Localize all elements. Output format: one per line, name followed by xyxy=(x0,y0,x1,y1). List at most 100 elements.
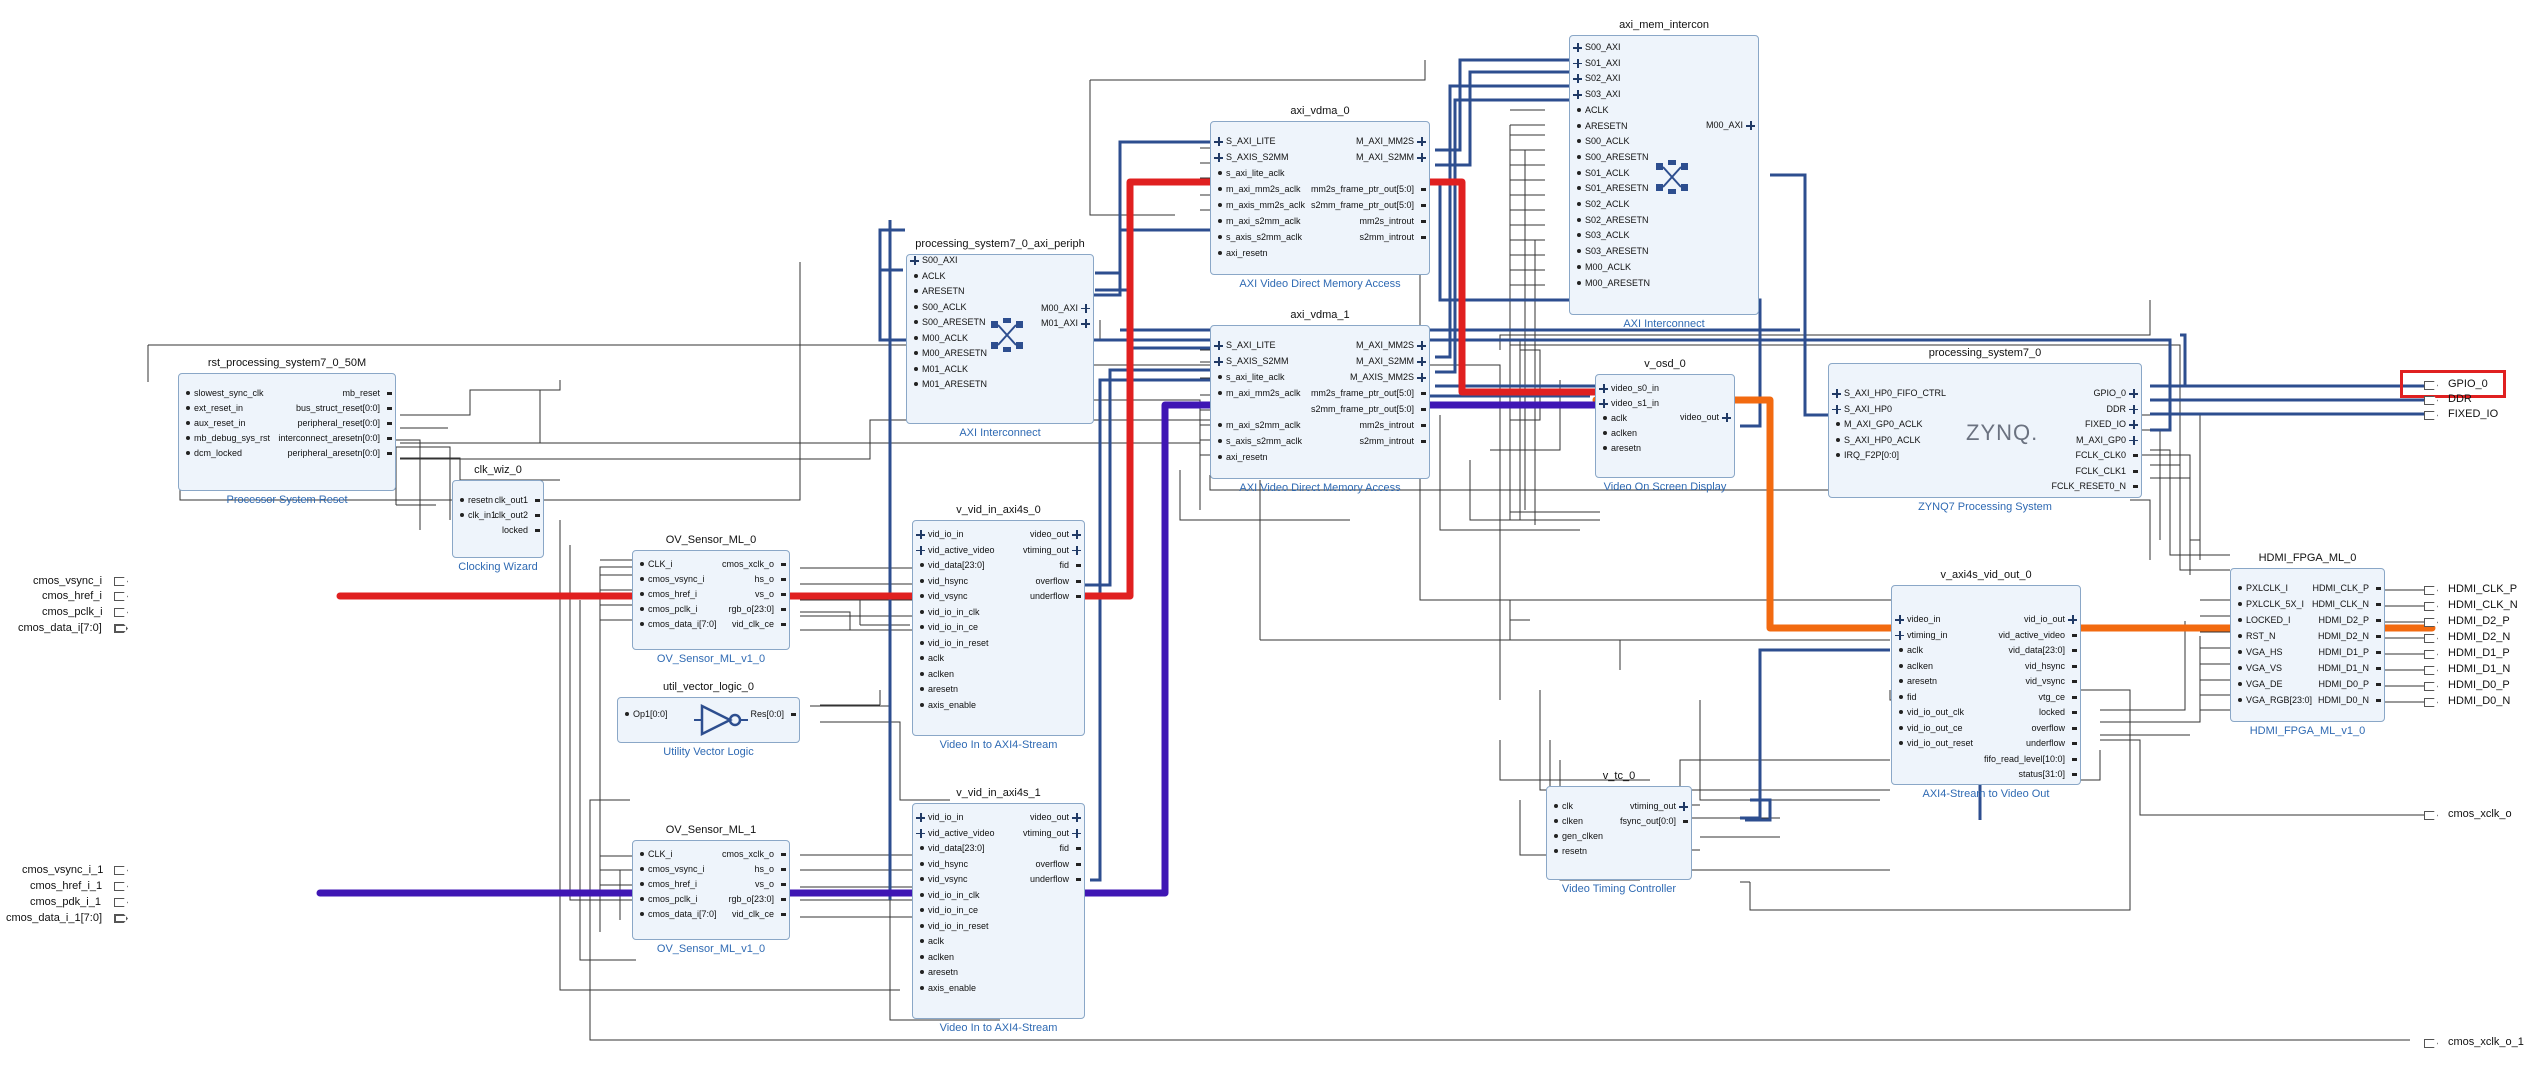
pin-vout-video-in[interactable]: video_in xyxy=(1907,614,1941,624)
pin-vin1-vid-hsync[interactable]: vid_hsync xyxy=(928,859,968,869)
pin-vout-overflow[interactable]: overflow xyxy=(2031,723,2065,733)
pin-vin1-vid-io-in-clk[interactable]: vid_io_in_clk xyxy=(928,890,980,900)
pin-rst-mb-reset[interactable]: mb_reset xyxy=(342,388,380,398)
pin-memic-s01-axi[interactable]: S01_AXI xyxy=(1585,58,1621,68)
pin-memic-s03-axi[interactable]: S03_AXI xyxy=(1585,89,1621,99)
pin-axiperiph-m01-axi[interactable]: M01_AXI xyxy=(1041,318,1078,328)
pin-vin1-fid[interactable]: fid xyxy=(1059,843,1069,853)
pin-osd-video-out[interactable]: video_out xyxy=(1680,412,1719,422)
pin-vdma0-m-axi-mm2s[interactable]: M_AXI_MM2S xyxy=(1356,136,1414,146)
pin-memic-aresetn[interactable]: ARESETN xyxy=(1585,121,1628,131)
pin-vout-vtg-ce[interactable]: vtg_ce xyxy=(2038,692,2065,702)
pin-hdmi-hdmi-d1-n[interactable]: HDMI_D1_N xyxy=(2318,663,2369,673)
pin-vin0-video-out[interactable]: video_out xyxy=(1030,529,1069,539)
pin-vin1-overflow[interactable]: overflow xyxy=(1035,859,1069,869)
pin-rst-peripheral-aresetn-0-0[interactable]: peripheral_aresetn[0:0] xyxy=(287,448,380,458)
pin-vdma0-s-axi-lite-aclk[interactable]: s_axi_lite_aclk xyxy=(1226,168,1285,178)
pin-vout-locked[interactable]: locked xyxy=(2039,707,2065,717)
pin-vout-fifo-read-level-10-0[interactable]: fifo_read_level[10:0] xyxy=(1984,754,2065,764)
pin-vdma1-s-axis-s2mm-aclk[interactable]: s_axis_s2mm_aclk xyxy=(1226,436,1302,446)
pin-vout-underflow[interactable]: underflow xyxy=(2026,738,2065,748)
pin-vout-vid-io-out-reset[interactable]: vid_io_out_reset xyxy=(1907,738,1973,748)
pin-ov0-vs-o[interactable]: vs_o xyxy=(755,589,774,599)
pin-vdma0-m-axi-s2mm[interactable]: M_AXI_S2MM xyxy=(1356,152,1414,162)
pin-hdmi-vga-hs[interactable]: VGA_HS xyxy=(2246,647,2283,657)
pin-vtc-clk[interactable]: clk xyxy=(1562,801,1573,811)
pin-ov1-vs-o[interactable]: vs_o xyxy=(755,879,774,889)
block-design-canvas[interactable]: cmos_vsync_i cmos_href_i cmos_pclk_i cmo… xyxy=(0,0,2530,1073)
pin-ov0-rgb-o-23-0[interactable]: rgb_o[23:0] xyxy=(728,604,774,614)
pin-hdmi-pxlclk-5x-i[interactable]: PXLCLK_5X_I xyxy=(2246,599,2304,609)
pin-clk-clk-in1[interactable]: clk_in1 xyxy=(468,510,496,520)
pin-axiperiph-aclk[interactable]: ACLK xyxy=(922,271,946,281)
pin-osd-video-s0-in[interactable]: video_s0_in xyxy=(1611,383,1659,393)
pin-vin0-vid-io-in-clk[interactable]: vid_io_in_clk xyxy=(928,607,980,617)
pin-vdma1-s2mm-introut[interactable]: s2mm_introut xyxy=(1359,436,1414,446)
pin-ps7-fclk-clk1[interactable]: FCLK_CLK1 xyxy=(2075,466,2126,476)
pin-rst-aux-reset-in[interactable]: aux_reset_in xyxy=(194,418,246,428)
pin-memic-s01-aclk[interactable]: S01_ACLK xyxy=(1585,168,1630,178)
pin-memic-s03-aclk[interactable]: S03_ACLK xyxy=(1585,230,1630,240)
pin-vdma1-m-axi-s2mm-aclk[interactable]: m_axi_s2mm_aclk xyxy=(1226,420,1301,430)
pin-vin1-aresetn[interactable]: aresetn xyxy=(928,967,958,977)
pin-hdmi-rst-n[interactable]: RST_N xyxy=(2246,631,2276,641)
pin-hdmi-vga-de[interactable]: VGA_DE xyxy=(2246,679,2283,689)
pin-vin1-vid-data-23-0[interactable]: vid_data[23:0] xyxy=(928,843,985,853)
pin-ov0-cmos-pclk-i[interactable]: cmos_pclk_i xyxy=(648,604,698,614)
pin-hdmi-locked-i[interactable]: LOCKED_I xyxy=(2246,615,2291,625)
pin-ov1-rgb-o-23-0[interactable]: rgb_o[23:0] xyxy=(728,894,774,904)
pin-ov0-cmos-vsync-i[interactable]: cmos_vsync_i xyxy=(648,574,705,584)
pin-ps7-fclk-reset0-n[interactable]: FCLK_RESET0_N xyxy=(2051,481,2126,491)
pin-osd-aclken[interactable]: aclken xyxy=(1611,428,1637,438)
pin-ov0-cmos-href-i[interactable]: cmos_href_i xyxy=(648,589,697,599)
pin-vtc-gen-clken[interactable]: gen_clken xyxy=(1562,831,1603,841)
pin-memic-m00-axi[interactable]: M00_AXI xyxy=(1706,120,1743,130)
pin-vdma1-mm2s-introut[interactable]: mm2s_introut xyxy=(1359,420,1414,430)
pin-vout-vid-data-23-0[interactable]: vid_data[23:0] xyxy=(2008,645,2065,655)
pin-vdma1-mm2s-frame-ptr-out-5-0[interactable]: mm2s_frame_ptr_out[5:0] xyxy=(1311,388,1414,398)
pin-axiperiph-aresetn[interactable]: ARESETN xyxy=(922,286,965,296)
pin-hdmi-hdmi-clk-n[interactable]: HDMI_CLK_N xyxy=(2312,599,2369,609)
pin-vdma0-mm2s-introut[interactable]: mm2s_introut xyxy=(1359,216,1414,226)
pin-vin0-overflow[interactable]: overflow xyxy=(1035,576,1069,586)
pin-memic-m00-aclk[interactable]: M00_ACLK xyxy=(1585,262,1631,272)
pin-vout-vid-vsync[interactable]: vid_vsync xyxy=(2025,676,2065,686)
pin-memic-s03-aresetn[interactable]: S03_ARESETN xyxy=(1585,246,1649,256)
pin-rst-slowest-sync-clk[interactable]: slowest_sync_clk xyxy=(194,388,264,398)
pin-memic-s00-aclk[interactable]: S00_ACLK xyxy=(1585,136,1630,146)
pin-vdma0-mm2s-frame-ptr-out-5-0[interactable]: mm2s_frame_ptr_out[5:0] xyxy=(1311,184,1414,194)
pin-vin1-vid-io-in-reset[interactable]: vid_io_in_reset xyxy=(928,921,989,931)
pin-memic-s02-axi[interactable]: S02_AXI xyxy=(1585,73,1621,83)
pin-vout-vid-io-out[interactable]: vid_io_out xyxy=(2024,614,2065,624)
pin-clk-resetn[interactable]: resetn xyxy=(468,495,493,505)
pin-vin1-vtiming-out[interactable]: vtiming_out xyxy=(1023,828,1069,838)
pin-vout-status-31-0[interactable]: status[31:0] xyxy=(2018,769,2065,779)
pin-vout-aclken[interactable]: aclken xyxy=(1907,661,1933,671)
pin-vdma1-m-axi-mm2s-aclk[interactable]: m_axi_mm2s_aclk xyxy=(1226,388,1301,398)
pin-vdma1-m-axis-mm2s[interactable]: M_AXIS_MM2S xyxy=(1350,372,1414,382)
pin-memic-s00-aresetn[interactable]: S00_ARESETN xyxy=(1585,152,1649,162)
pin-clk-locked[interactable]: locked xyxy=(502,525,528,535)
pin-axiperiph-s00-axi[interactable]: S00_AXI xyxy=(922,255,958,265)
pin-hdmi-hdmi-clk-p[interactable]: HDMI_CLK_P xyxy=(2312,583,2369,593)
pin-vin0-underflow[interactable]: underflow xyxy=(1030,591,1069,601)
pin-vin0-vid-vsync[interactable]: vid_vsync xyxy=(928,591,968,601)
pin-vin1-axis-enable[interactable]: axis_enable xyxy=(928,983,976,993)
pin-vdma0-s2mm-frame-ptr-out-5-0[interactable]: s2mm_frame_ptr_out[5:0] xyxy=(1311,200,1414,210)
pin-vdma0-s-axis-s2mm-aclk[interactable]: s_axis_s2mm_aclk xyxy=(1226,232,1302,242)
pin-ov1-vid-clk-ce[interactable]: vid_clk_ce xyxy=(732,909,774,919)
pin-vin0-fid[interactable]: fid xyxy=(1059,560,1069,570)
pin-osd-video-s1-in[interactable]: video_s1_in xyxy=(1611,398,1659,408)
pin-ov1-cmos-vsync-i[interactable]: cmos_vsync_i xyxy=(648,864,705,874)
pin-rst-mb-debug-sys-rst[interactable]: mb_debug_sys_rst xyxy=(194,433,270,443)
pin-hdmi-hdmi-d2-n[interactable]: HDMI_D2_N xyxy=(2318,631,2369,641)
pin-vdma1-m-axi-s2mm[interactable]: M_AXI_S2MM xyxy=(1356,356,1414,366)
pin-vdma1-s2mm-frame-ptr-out-5-0[interactable]: s2mm_frame_ptr_out[5:0] xyxy=(1311,404,1414,414)
pin-vtc-fsync-out-0-0[interactable]: fsync_out[0:0] xyxy=(1620,816,1676,826)
pin-vout-vid-io-out-clk[interactable]: vid_io_out_clk xyxy=(1907,707,1964,717)
pin-ps7-m-axi-gp0[interactable]: M_AXI_GP0 xyxy=(2076,435,2126,445)
pin-ov1-cmos-xclk-o[interactable]: cmos_xclk_o xyxy=(722,849,774,859)
pin-hdmi-hdmi-d1-p[interactable]: HDMI_D1_P xyxy=(2318,647,2369,657)
pin-hdmi-hdmi-d0-n[interactable]: HDMI_D0_N xyxy=(2318,695,2369,705)
pin-util-op1-0-0[interactable]: Op1[0:0] xyxy=(633,709,668,719)
